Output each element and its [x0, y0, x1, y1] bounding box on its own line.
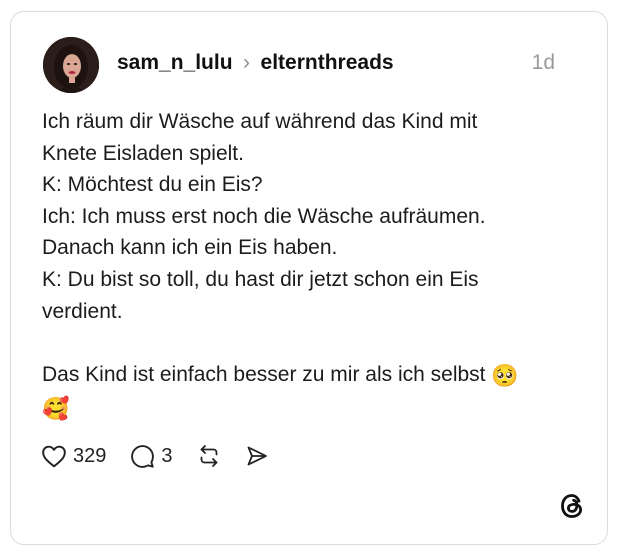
threads-logo-icon	[561, 494, 583, 518]
avatar[interactable]	[43, 37, 99, 93]
reply-button[interactable]: 3	[130, 444, 173, 469]
post-timestamp: 1d	[531, 51, 555, 74]
action-bar: 329 3	[41, 442, 269, 470]
share-icon	[247, 446, 267, 466]
like-button[interactable]: 329	[41, 444, 106, 468]
post-text: Ich räum dir Wäsche auf während das Kind…	[42, 106, 582, 426]
post-line: Knete Eisladen spielt.	[42, 141, 244, 165]
post-line: Ich räum dir Wäsche auf während das Kind…	[42, 110, 478, 133]
post-emoji-line: 🥰	[42, 392, 582, 426]
username-link[interactable]: sam_n_lulu	[117, 51, 233, 74]
reply-count: 3	[161, 444, 173, 467]
post-line: K: Du bist so toll, du hast dir jetzt sc…	[42, 267, 479, 291]
post-line: Ich: Ich muss erst noch die Wäsche aufrä…	[42, 204, 486, 228]
smiling-hearts-emoji: 🥰	[42, 397, 70, 423]
post-line: Danach kann ich ein Eis haben.	[42, 236, 338, 260]
threads-logo[interactable]	[558, 492, 586, 520]
avatar-photo	[43, 37, 99, 93]
share-button[interactable]	[245, 444, 269, 468]
post-closing-line: Das Kind ist einfach besser zu mir als i…	[42, 359, 582, 393]
repost-button[interactable]	[197, 444, 221, 468]
community-link[interactable]: elternthreads	[261, 51, 394, 74]
heart-icon	[42, 445, 66, 468]
comment-icon	[131, 444, 155, 468]
closing-text: Das Kind ist einfach besser zu mir als i…	[42, 362, 486, 386]
like-count: 329	[73, 444, 107, 467]
post-header: sam_n_lulu › elternthreads	[117, 50, 394, 76]
chevron-right-icon: ›	[243, 51, 251, 74]
post-card: sam_n_lulu › elternthreads 1d Ich räum dir…	[10, 11, 608, 545]
pleading-face-emoji: 🥺	[491, 363, 519, 389]
post-line: K: Möchtest du ein Eis?	[42, 173, 263, 197]
repost-icon	[200, 445, 217, 467]
post-line: verdient.	[42, 299, 123, 323]
